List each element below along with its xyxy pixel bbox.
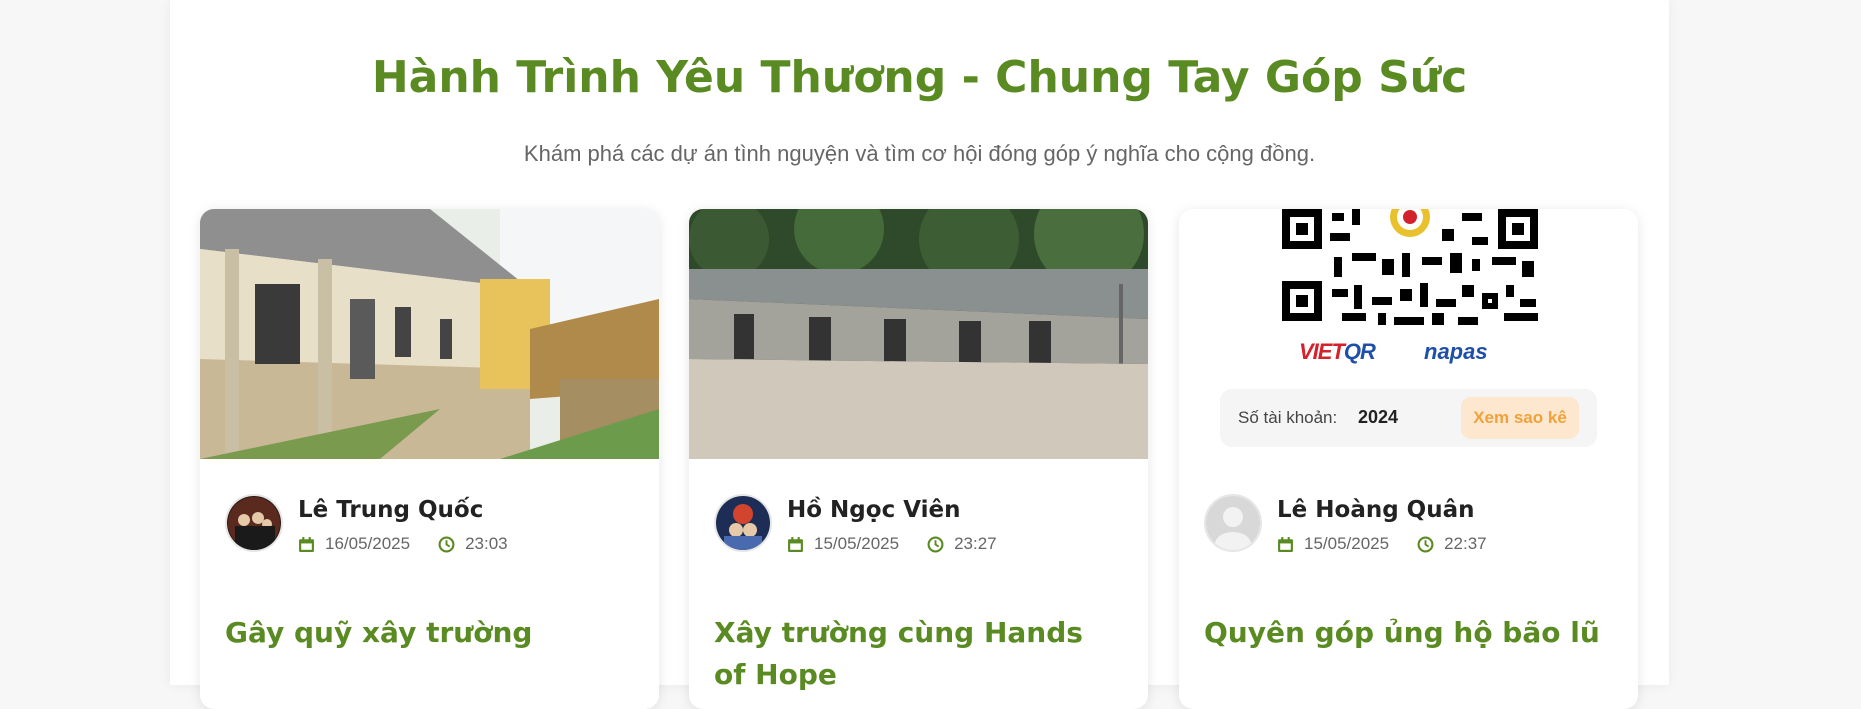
author-row: Lê Trung Quốc 16/05/2025 23:03: [225, 484, 645, 553]
account-label: Số tài khoản:: [1238, 408, 1338, 427]
author-row: Hồ Ngọc Viên 15/05/2025 23:27: [714, 484, 1134, 553]
account-number: 2024: [1358, 407, 1399, 427]
user-placeholder-icon: [1206, 496, 1260, 550]
clock-icon: [927, 536, 944, 552]
calendar-icon: [299, 536, 314, 552]
project-card[interactable]: VIETQR napas Số tài khoản: 2024 Xem sao …: [1179, 209, 1638, 709]
author-name[interactable]: Hồ Ngọc Viên: [787, 497, 960, 523]
payment-logos: VIETQR napas: [1299, 339, 1539, 369]
post-meta: 15/05/2025 23:27: [787, 534, 997, 554]
main-panel: Hành Trình Yêu Thương - Chung Tay Góp Sứ…: [170, 0, 1669, 709]
post-time: 23:27: [954, 534, 997, 553]
project-image[interactable]: [689, 209, 1148, 459]
project-card[interactable]: Hồ Ngọc Viên 15/05/2025 23:27 Xây trường…: [689, 209, 1148, 709]
post-time: 23:03: [465, 534, 508, 553]
project-image[interactable]: [200, 209, 659, 459]
post-date: 16/05/2025: [325, 534, 411, 553]
project-title[interactable]: Gây quỹ xây trường: [225, 612, 635, 654]
post-meta: 16/05/2025 23:03: [298, 534, 508, 554]
page-subtitle: Khám phá các dự án tình nguyện và tìm cơ…: [523, 141, 1316, 166]
author-row: Lê Hoàng Quân 15/05/2025 22:37: [1204, 484, 1624, 553]
calendar-icon: [788, 536, 803, 552]
project-title[interactable]: Xây trường cùng Hands of Hope: [714, 612, 1124, 696]
avatar[interactable]: [225, 494, 283, 552]
clock-icon: [438, 536, 455, 552]
post-date: 15/05/2025: [814, 534, 900, 553]
post-date: 15/05/2025: [1304, 534, 1390, 553]
post-meta: 15/05/2025 22:37: [1277, 534, 1487, 554]
donation-qr-panel: VIETQR napas Số tài khoản: 2024 Xem sao …: [1179, 209, 1638, 459]
post-time: 22:37: [1444, 534, 1487, 553]
author-name[interactable]: Lê Hoàng Quân: [1277, 497, 1475, 523]
page-title: Hành Trình Yêu Thương - Chung Tay Góp Sứ…: [371, 52, 1468, 103]
view-statement-button[interactable]: Xem sao kê: [1461, 397, 1579, 439]
author-name[interactable]: Lê Trung Quốc: [298, 497, 483, 523]
avatar[interactable]: [1204, 494, 1262, 552]
vietqr-logo: VIETQR: [1299, 339, 1376, 364]
avatar[interactable]: [714, 494, 772, 552]
qr-code: [1282, 209, 1538, 329]
calendar-icon: [1278, 536, 1293, 552]
napas-logo: napas: [1424, 339, 1488, 364]
project-title[interactable]: Quyên góp ủng hộ bão lũ: [1204, 612, 1614, 654]
project-card[interactable]: Lê Trung Quốc 16/05/2025 23:03 Gây quỹ x…: [200, 209, 659, 709]
clock-icon: [1417, 536, 1434, 552]
account-box: Số tài khoản: 2024 Xem sao kê: [1220, 389, 1597, 447]
